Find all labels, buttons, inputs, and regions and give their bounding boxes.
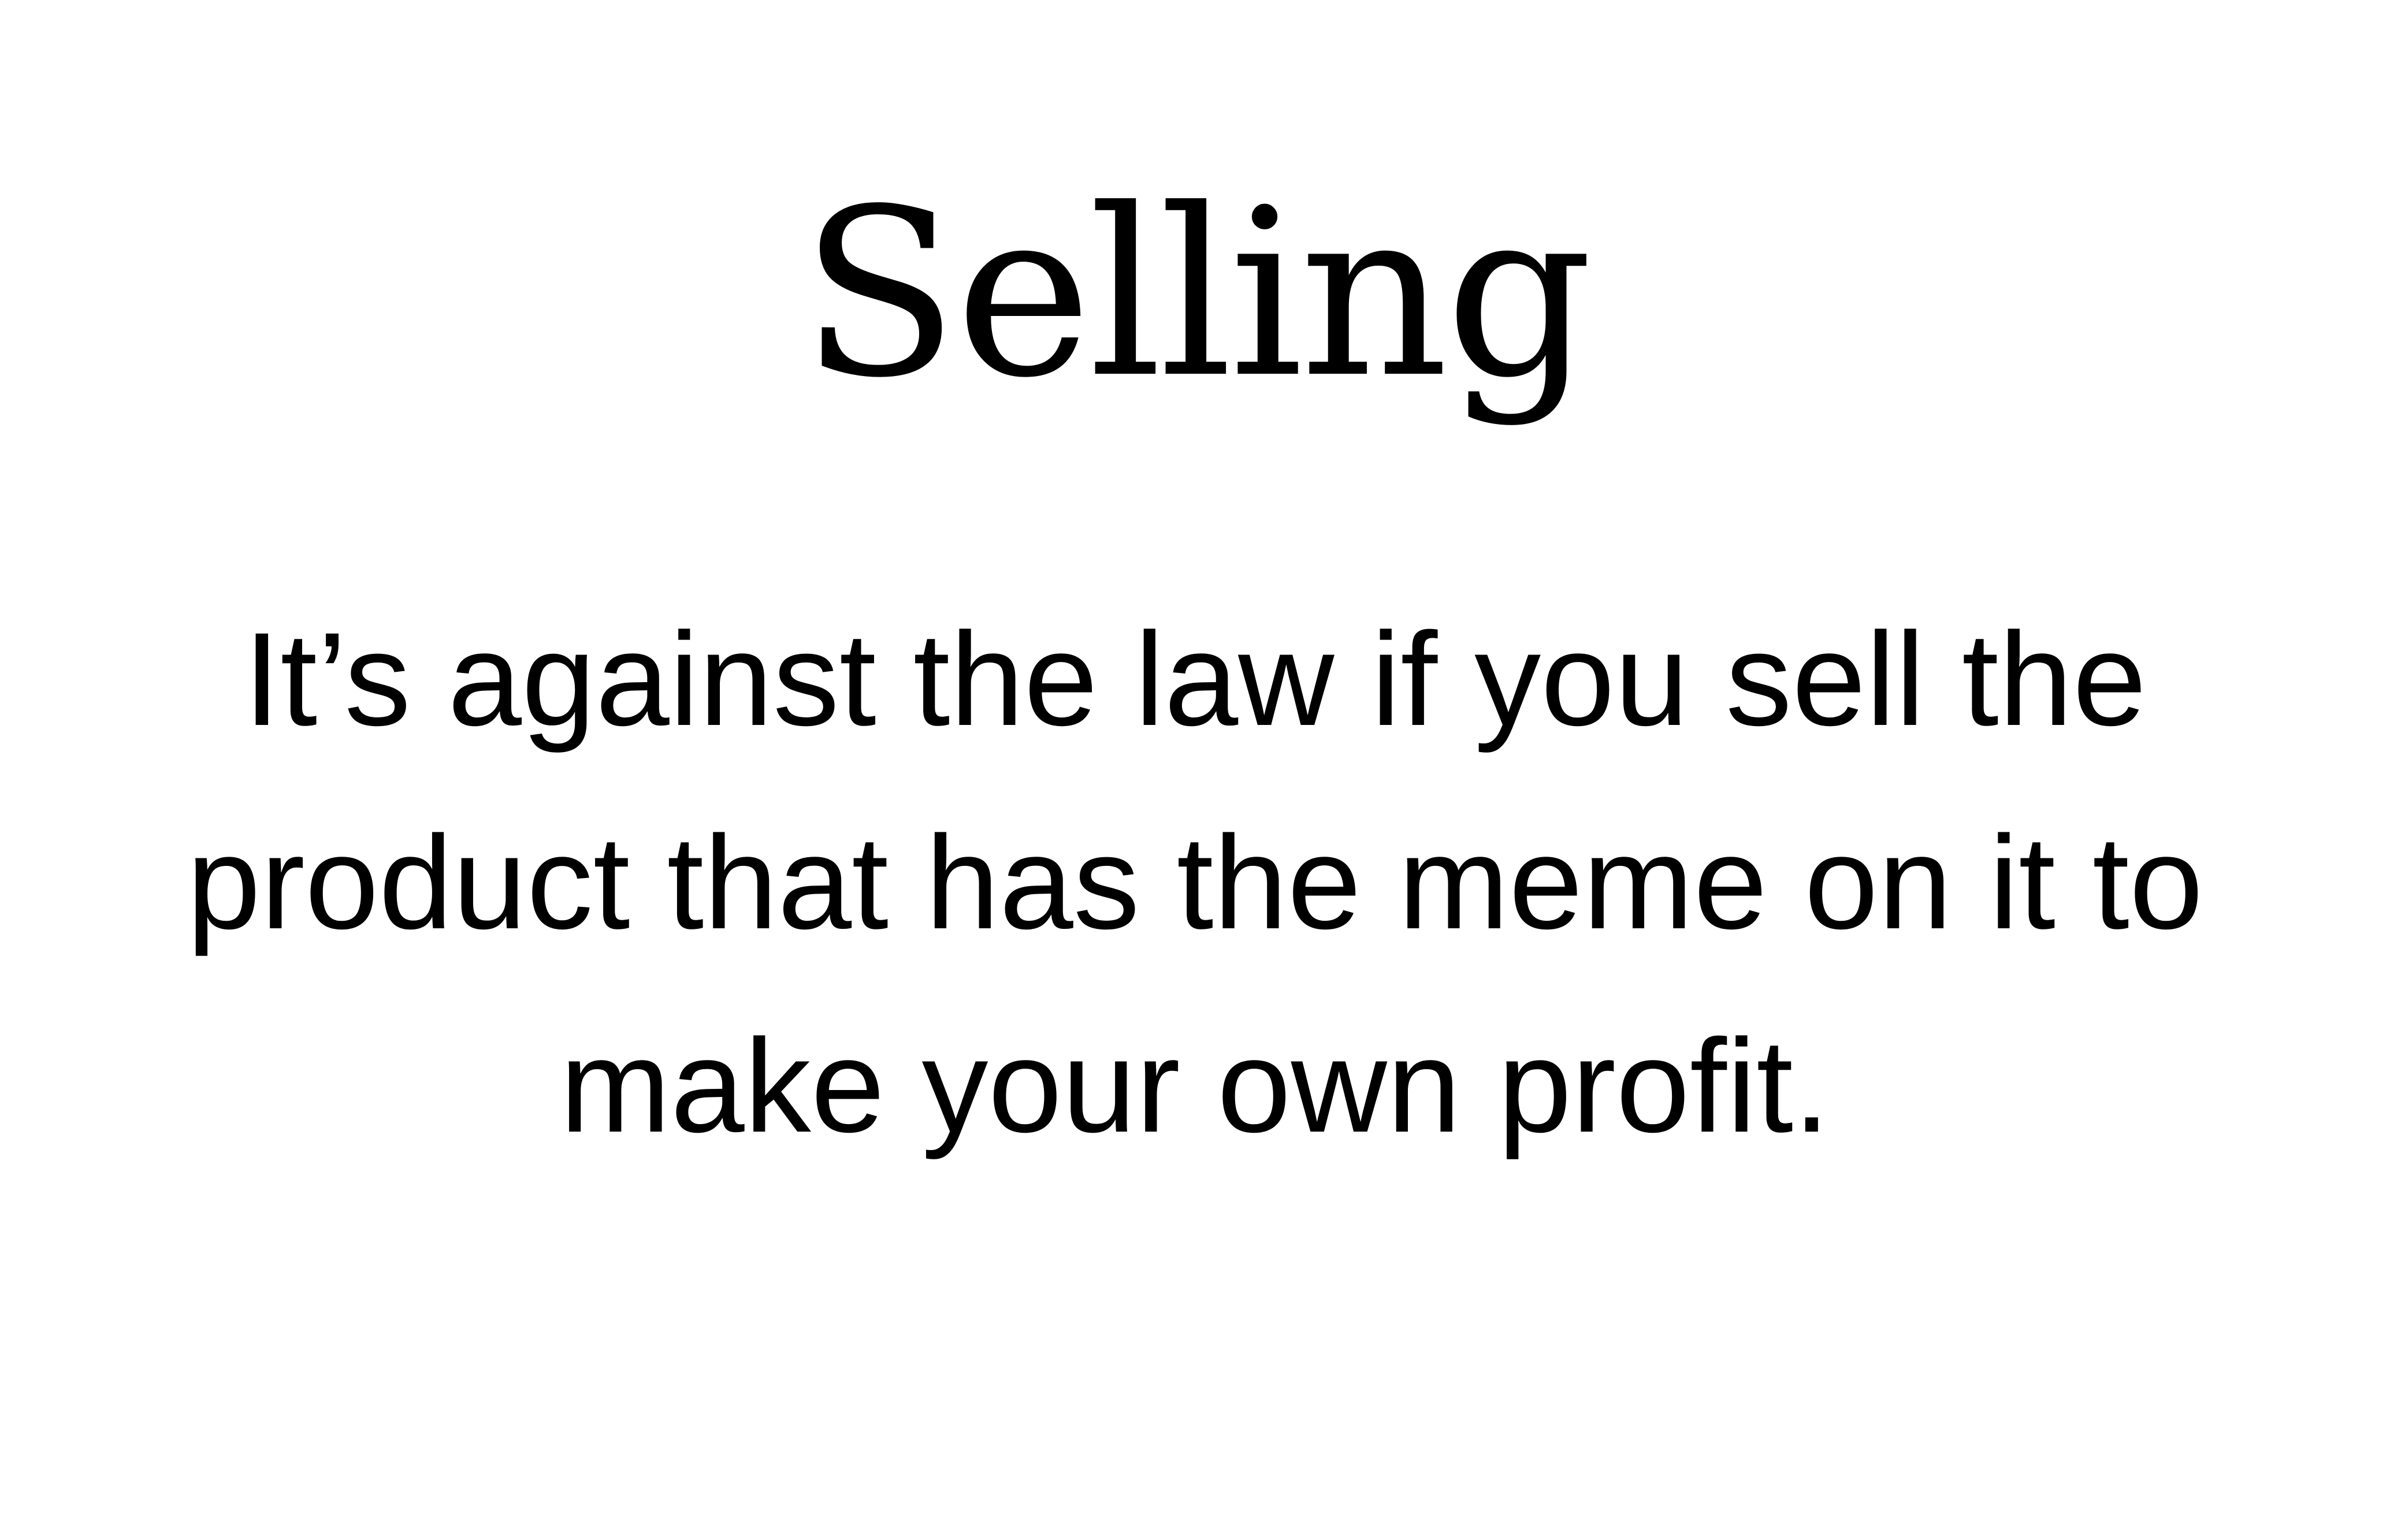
slide-title: Selling [800, 160, 1593, 429]
slide: Selling It’s against the law if you sell… [0, 0, 2390, 1540]
body-line-1: It’s against the law if you sell the [243, 605, 2147, 753]
body-line-2: product that has the meme on it to [187, 808, 2203, 957]
slide-body-text: It’s against the law if you sell the pro… [116, 578, 2274, 1188]
body-line-3: make your own profit. [560, 1011, 1830, 1160]
